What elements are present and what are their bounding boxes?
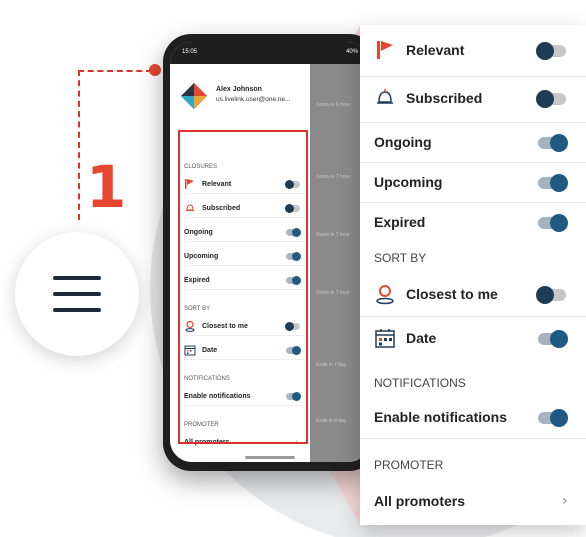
zoom-filter-ongoing[interactable]: Ongoing xyxy=(360,123,586,163)
status-bar: 15:05 40% xyxy=(170,42,370,64)
phone-home-bar xyxy=(245,456,295,459)
bell-icon xyxy=(377,89,393,104)
behind-text: Ends in 7 day xyxy=(316,362,347,368)
step-number: 1 xyxy=(86,153,127,221)
subscribed-toggle[interactable] xyxy=(536,90,566,108)
zoom-promoter-all[interactable]: All promoters › xyxy=(360,483,586,525)
filter-label: Ongoing xyxy=(374,134,432,150)
zoom-filter-relevant[interactable]: Relevant xyxy=(360,25,586,77)
notification-label: Enable notifications xyxy=(374,409,508,425)
notifications-section-label: NOTIFICATIONS xyxy=(374,376,466,390)
connector-line-horizontal xyxy=(78,70,152,72)
app-logo-icon xyxy=(181,83,207,109)
zoom-filter-upcoming[interactable]: Upcoming xyxy=(360,163,586,203)
highlight-frame xyxy=(178,130,308,444)
behind-text: Ends in 8 day xyxy=(316,418,347,424)
tutorial-illustration: 1 15:05 40% Starts in 6 hour Starts in 7… xyxy=(0,0,586,537)
calendar-icon xyxy=(375,329,395,348)
behind-text: Starts in 6 hour xyxy=(316,102,350,108)
hamburger-line xyxy=(53,276,101,280)
zoom-filter-expired[interactable]: Expired xyxy=(360,203,586,243)
phone-mockup: 15:05 40% Starts in 6 hour Starts in 7 h… xyxy=(163,34,377,471)
behind-text: Starts in 7 hour xyxy=(316,232,350,238)
upcoming-toggle[interactable] xyxy=(538,174,568,192)
connector-line-vertical xyxy=(78,70,80,220)
profile-email: us.livelink.user@one.ne... xyxy=(216,96,291,103)
promoter-section-label: PROMOTER xyxy=(374,458,444,472)
ongoing-toggle[interactable] xyxy=(538,134,568,152)
behind-text: Starts in 7 hour xyxy=(316,290,350,296)
relevant-toggle[interactable] xyxy=(536,42,566,60)
filter-label: Upcoming xyxy=(374,174,443,190)
chevron-right-icon: › xyxy=(562,493,568,509)
hamburger-menu-button[interactable] xyxy=(15,232,139,356)
filter-label: Expired xyxy=(374,214,426,230)
sort-label: Closest to me xyxy=(406,286,498,302)
flag-icon xyxy=(377,41,393,59)
status-time: 15:05 xyxy=(182,49,198,55)
promoter-label: All promoters xyxy=(374,493,466,509)
profile-name: Alex Johnson xyxy=(216,86,262,93)
zoom-sort-date[interactable]: Date xyxy=(360,317,586,361)
hamburger-line xyxy=(53,308,101,312)
behind-text: Starts in 7 hour xyxy=(316,174,350,180)
connector-dot xyxy=(149,64,161,76)
zoom-filter-subscribed[interactable]: Subscribed xyxy=(360,77,586,123)
location-pin-icon xyxy=(376,285,394,305)
zoom-sort-closest[interactable]: Closest to me xyxy=(360,273,586,317)
sort-section-label: SORT BY xyxy=(374,251,427,265)
filter-label: Subscribed xyxy=(406,90,483,106)
closest-toggle[interactable] xyxy=(536,286,566,304)
profile-header[interactable]: Alex Johnson us.livelink.user@one.ne... xyxy=(180,82,310,112)
hamburger-line xyxy=(53,292,101,296)
date-toggle[interactable] xyxy=(538,330,568,348)
zoomed-drawer-panel: Relevant Subscribed Ongoing Upcoming Exp… xyxy=(360,25,586,525)
filter-label: Relevant xyxy=(406,42,465,58)
sort-label: Date xyxy=(406,330,437,346)
zoom-notifications-enable[interactable]: Enable notifications xyxy=(360,397,586,439)
status-battery: 40% xyxy=(345,49,358,55)
notifications-toggle[interactable] xyxy=(538,409,568,427)
expired-toggle[interactable] xyxy=(538,214,568,232)
phone-screen: 15:05 40% Starts in 6 hour Starts in 7 h… xyxy=(170,42,370,462)
